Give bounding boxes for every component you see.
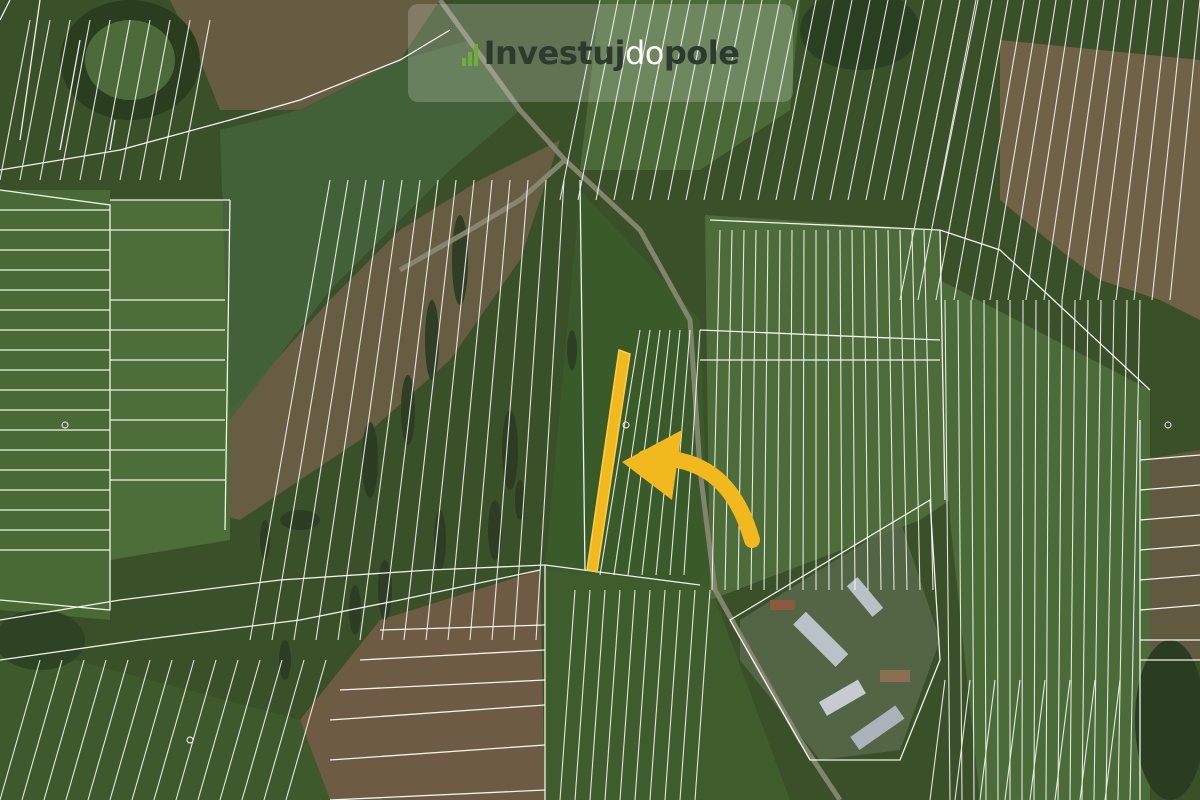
logo-watermark: Investuj do pole — [408, 4, 793, 102]
logo-word-pole: pole — [663, 34, 740, 72]
logo-word-do: do — [624, 34, 664, 72]
logo-word-investuj: Investuj — [483, 34, 626, 72]
cadastral-map[interactable] — [0, 0, 1200, 800]
logo-bars-icon — [461, 40, 478, 66]
brand-logo: Investuj do pole — [461, 34, 740, 72]
